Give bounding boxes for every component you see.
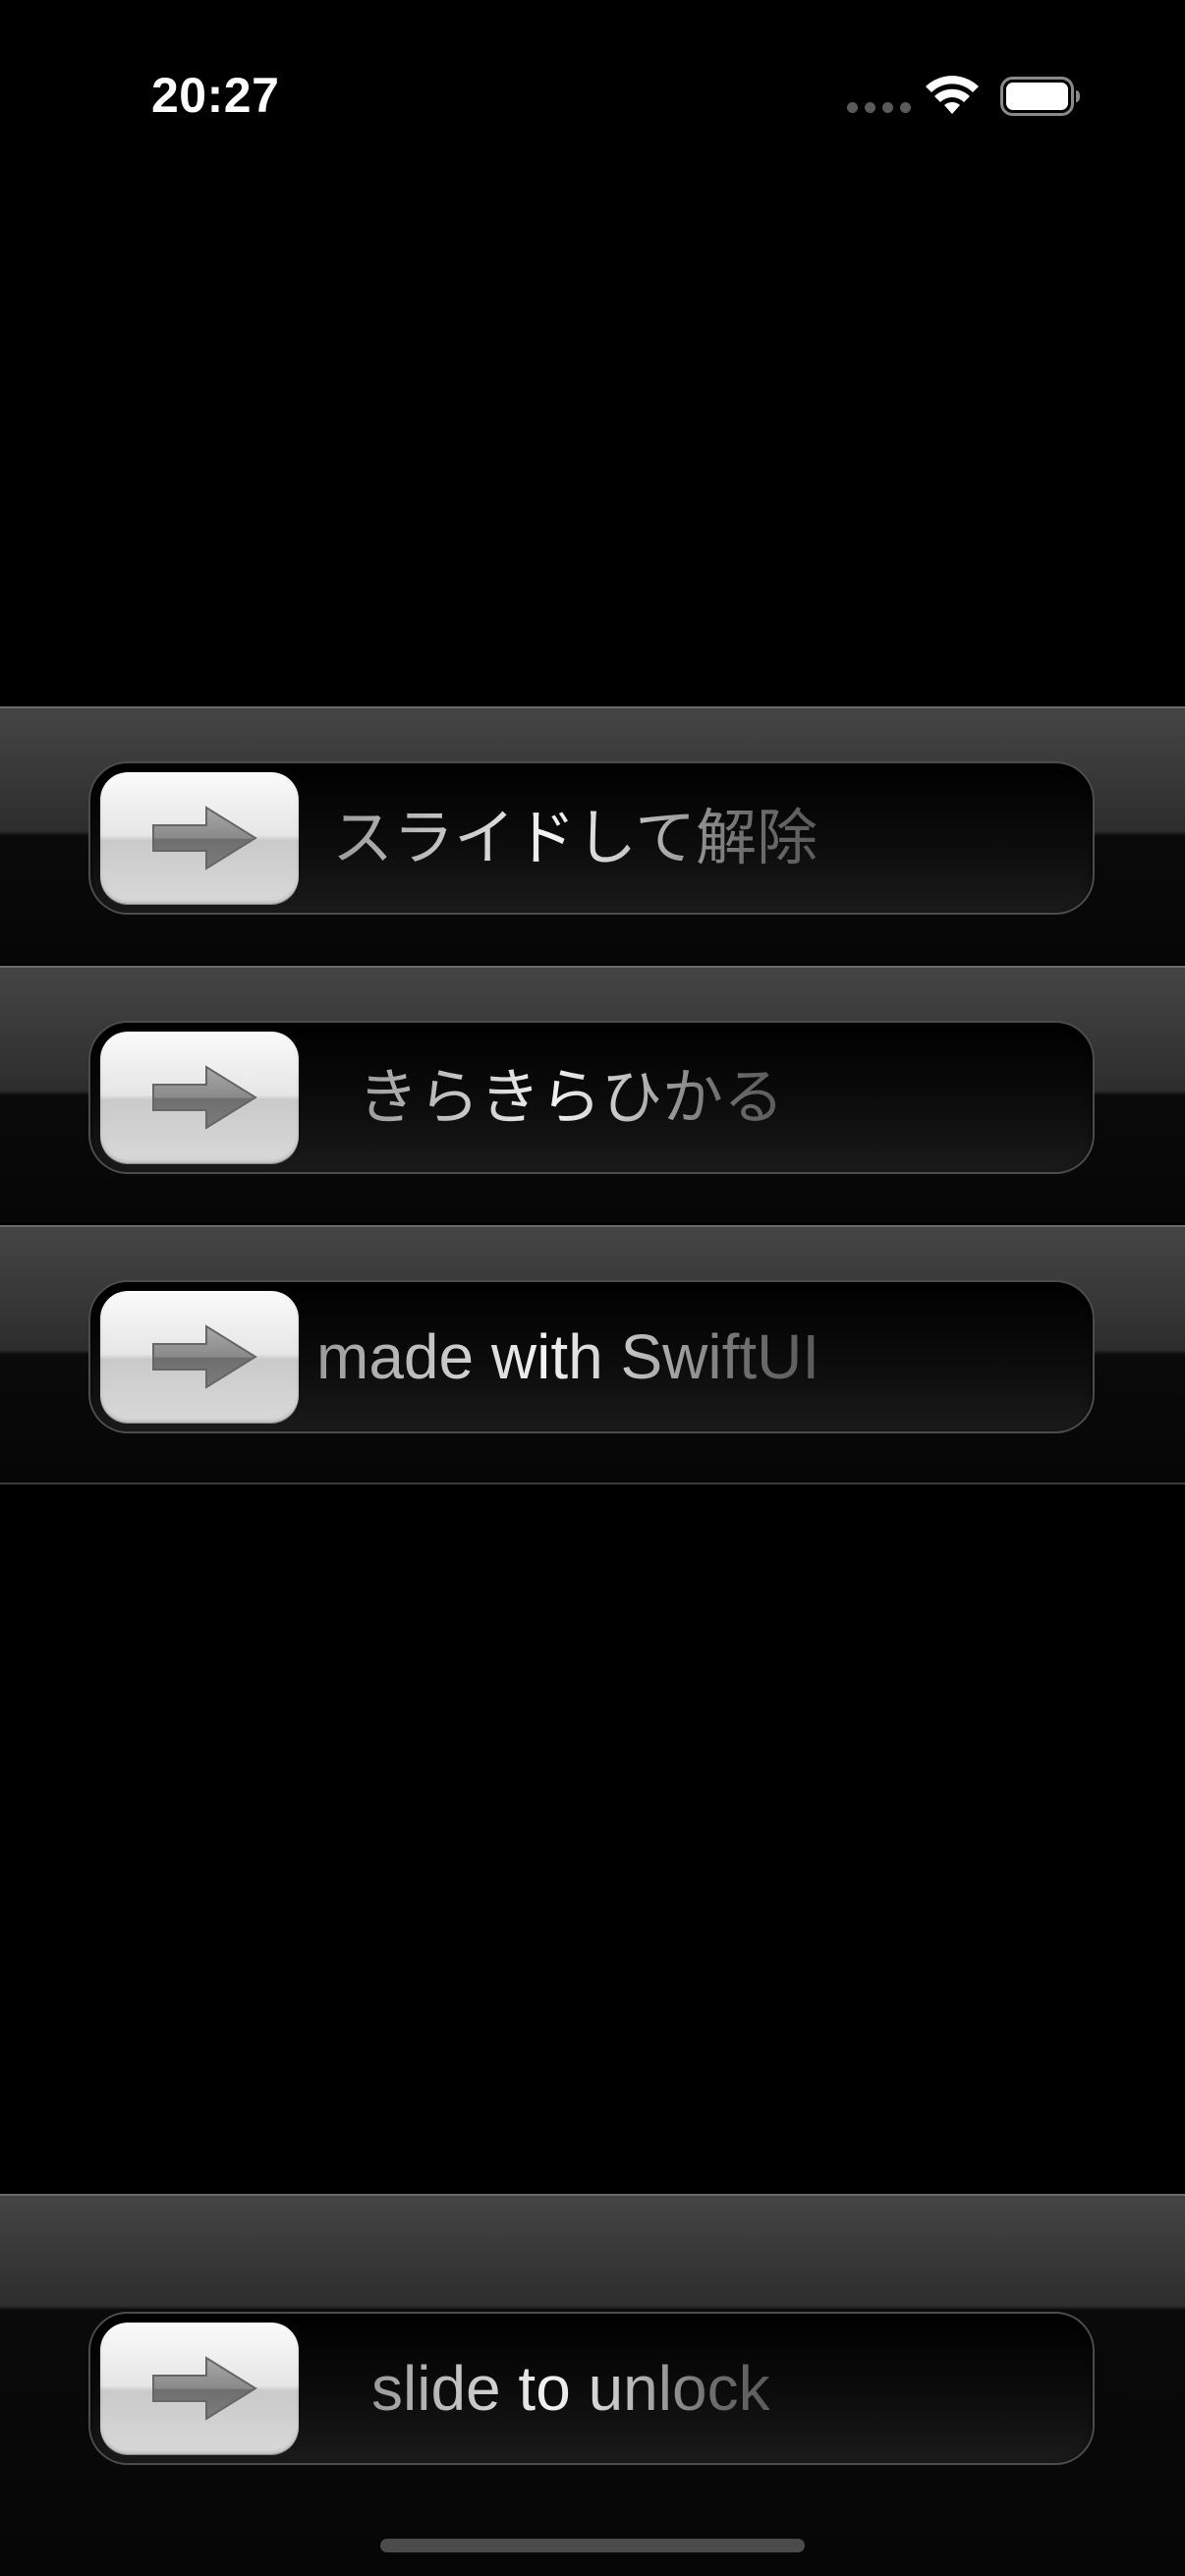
slider-knob[interactable] [100,1291,299,1423]
arrow-right-icon [152,806,257,870]
wifi-icon [926,76,979,114]
slide-to-unlock-band-2: きらきらひかる [0,966,1185,1223]
slider-label: slide to unlock [371,2314,770,2463]
slide-to-unlock-band-4: slide to unlock [0,2194,1185,2576]
home-indicator[interactable] [380,2539,805,2552]
slider-knob[interactable] [100,2323,299,2454]
slider-track[interactable]: slide to unlock [88,2312,1095,2465]
slider-label: スライドして解除 [332,763,818,913]
status-bar: 20:27 [0,0,1185,187]
battery-icon [1000,77,1080,116]
slide-to-unlock-band-1: スライドして解除 [0,706,1185,964]
status-time: 20:27 [151,68,280,123]
arrow-right-icon [152,1324,257,1389]
arrow-right-icon [152,2356,257,2421]
cellular-signal-icon [847,102,911,113]
slider-label: made with SwiftUI [316,1282,819,1431]
slider-track[interactable]: made with SwiftUI [88,1280,1095,1433]
arrow-right-icon [152,1065,257,1130]
slider-knob[interactable] [100,772,299,904]
slider-knob[interactable] [100,1032,299,1163]
slider-track[interactable]: きらきらひかる [88,1021,1095,1174]
slider-label: きらきらひかる [358,1023,784,1172]
slider-track[interactable]: スライドして解除 [88,761,1095,915]
slide-to-unlock-band-3: made with SwiftUI [0,1225,1185,1484]
